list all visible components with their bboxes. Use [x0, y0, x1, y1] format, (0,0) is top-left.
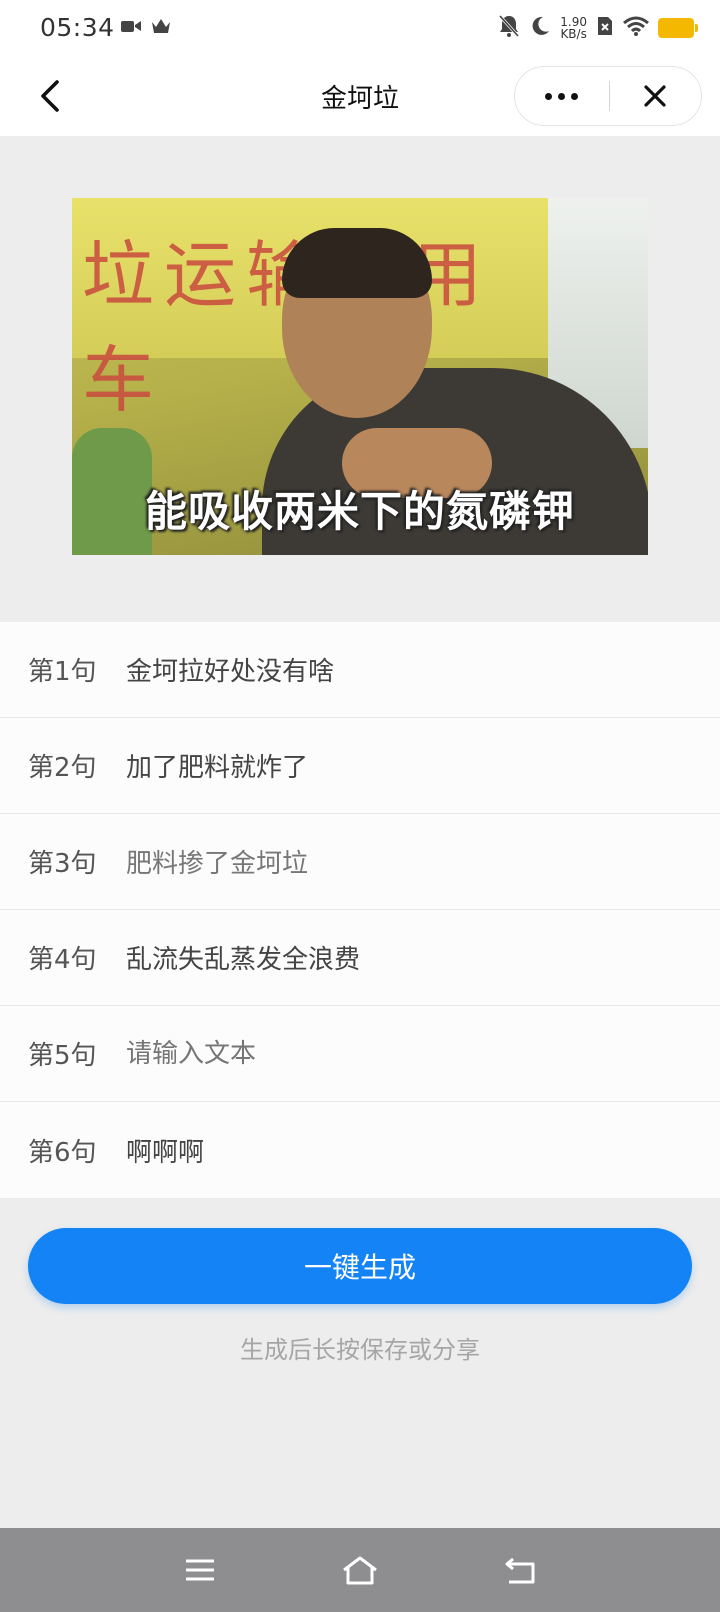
- generate-button[interactable]: 一键生成: [28, 1228, 692, 1304]
- sentence-label: 第3句: [28, 849, 97, 879]
- sentence-input[interactable]: [126, 735, 700, 796]
- sentence-input[interactable]: [126, 1023, 700, 1084]
- title-bar: 金坷垃: [0, 56, 720, 136]
- sentence-label: 第5句: [28, 1041, 97, 1071]
- sentence-label: 第1句: [28, 657, 97, 687]
- back-arrow-icon: [505, 1557, 535, 1584]
- screen: 05:34 1.90 KB/s 金坷垃 垃运输 用车 能吸收两米下的氮磷钾 第1…: [0, 0, 720, 1612]
- status-right-icons: 1.90 KB/s: [498, 14, 698, 42]
- meme-person-hair: [282, 228, 432, 298]
- net-speed-unit: KB/s: [560, 27, 587, 41]
- sentence-input[interactable]: [126, 831, 700, 892]
- net-speed: 1.90 KB/s: [560, 16, 587, 40]
- sentence-label: 第6句: [28, 1137, 97, 1168]
- sentence-input[interactable]: [126, 1120, 700, 1180]
- sentence-row: 第6句: [0, 1102, 720, 1198]
- video-camera-icon: [120, 18, 142, 38]
- sentence-row: 第3句: [0, 814, 720, 910]
- more-dot: [571, 92, 579, 100]
- mute-bell-icon: [498, 14, 520, 42]
- sim-off-icon: [596, 15, 614, 41]
- nav-menu-button[interactable]: [178, 1548, 222, 1592]
- status-bar: 05:34 1.90 KB/s: [0, 0, 720, 56]
- sentence-list: 第1句 第2句 第3句 第4句 第5句 第6句: [0, 622, 720, 1198]
- home-icon: [343, 1556, 377, 1585]
- sentence-input[interactable]: [126, 639, 700, 700]
- close-button[interactable]: [610, 66, 702, 126]
- status-time: 05:34: [40, 13, 115, 42]
- crown-icon: [150, 17, 172, 39]
- hint-text: 生成后长按保存或分享: [240, 1336, 480, 1364]
- battery-icon: [658, 18, 698, 38]
- more-dot: [558, 92, 566, 100]
- more-button[interactable]: [515, 66, 609, 126]
- meme-caption: 能吸收两米下的氮磷钾: [144, 487, 575, 536]
- sentence-label: 第4句: [28, 945, 97, 975]
- wifi-icon: [623, 16, 649, 40]
- sentence-row: 第4句: [0, 910, 720, 1006]
- menu-icon: [186, 1559, 214, 1581]
- nav-back-button[interactable]: [498, 1548, 542, 1592]
- navigation-bar: [0, 1528, 720, 1612]
- sentence-row: 第5句: [0, 1006, 720, 1102]
- sentence-input[interactable]: [126, 927, 700, 988]
- moon-icon: [529, 15, 551, 41]
- mini-program-capsule: [514, 66, 702, 126]
- sentence-row: 第1句: [0, 622, 720, 718]
- close-icon: [644, 85, 666, 107]
- sentence-label: 第2句: [28, 753, 97, 783]
- status-left-icons: [120, 17, 172, 39]
- nav-home-button[interactable]: [338, 1548, 382, 1592]
- sentence-row: 第2句: [0, 718, 720, 814]
- more-dots-icon: [545, 92, 553, 100]
- meme-image: 垃运输专用车 能吸收两米下的氮磷钾: [72, 198, 648, 555]
